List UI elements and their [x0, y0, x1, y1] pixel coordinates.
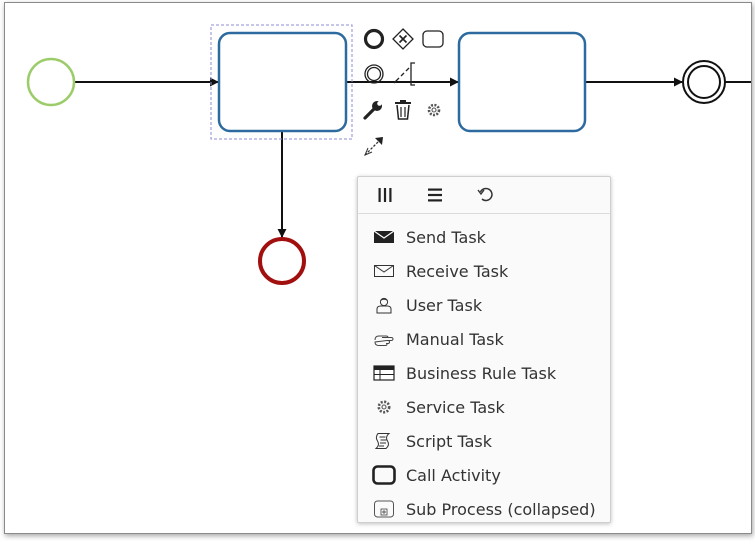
menu-entry-user-task[interactable]: User Task	[358, 288, 610, 322]
send-task-icon	[371, 229, 397, 245]
user-task-icon	[371, 296, 397, 314]
sequential-multi-instance-icon[interactable]	[422, 183, 448, 207]
menu-entry-label: User Task	[406, 295, 483, 315]
business-rule-task-icon	[371, 365, 397, 381]
end-event-error[interactable]	[258, 237, 306, 285]
color-gear-icon[interactable]	[422, 98, 446, 122]
menu-entry-label: Script Task	[406, 431, 493, 451]
delete-trash-icon[interactable]	[391, 98, 415, 122]
manual-task-icon	[371, 331, 397, 347]
menu-entry-send-task[interactable]: Send Task	[358, 220, 610, 254]
replace-menu-header	[358, 177, 610, 214]
append-gateway-icon[interactable]	[391, 27, 415, 51]
parallel-multi-instance-icon[interactable]	[372, 183, 398, 207]
menu-entry-script-task[interactable]: Script Task	[358, 424, 610, 458]
replace-menu: Send Task Receive Task User Task Manual …	[357, 176, 611, 523]
script-task-icon	[371, 432, 397, 450]
append-intermediate-event-icon[interactable]	[362, 62, 386, 86]
text-annotation-icon[interactable]	[391, 61, 417, 87]
menu-entry-label: Service Task	[406, 397, 505, 417]
append-end-event-icon[interactable]	[362, 27, 386, 51]
task-2[interactable]	[457, 31, 587, 133]
append-task-icon[interactable]	[421, 27, 445, 51]
menu-entry-call-activity[interactable]: Call Activity	[358, 458, 610, 492]
menu-entry-receive-task[interactable]: Receive Task	[358, 254, 610, 288]
menu-entry-label: Receive Task	[406, 261, 509, 281]
menu-entry-business-rule-task[interactable]: Business Rule Task	[358, 356, 610, 390]
change-type-wrench-icon[interactable]	[362, 98, 386, 122]
menu-entry-label: Call Activity	[406, 465, 501, 485]
task-1[interactable]	[217, 31, 348, 133]
loop-icon[interactable]	[472, 183, 498, 207]
menu-entry-label: Manual Task	[406, 329, 504, 349]
service-task-icon	[371, 398, 397, 416]
replace-menu-entries: Send Task Receive Task User Task Manual …	[358, 214, 610, 526]
end-event-main[interactable]	[682, 60, 726, 104]
connect-arrow-icon[interactable]	[362, 134, 388, 158]
menu-entry-manual-task[interactable]: Manual Task	[358, 322, 610, 356]
call-activity-icon	[371, 465, 397, 485]
menu-entry-sub-process-collapsed[interactable]: Sub Process (collapsed)	[358, 492, 610, 526]
sub-process-collapsed-icon	[371, 499, 397, 519]
menu-entry-label: Send Task	[406, 227, 486, 247]
menu-entry-service-task[interactable]: Service Task	[358, 390, 610, 424]
diagram-frame: Send Task Receive Task User Task Manual …	[4, 2, 752, 534]
menu-entry-label: Business Rule Task	[406, 363, 557, 383]
start-event[interactable]	[26, 57, 76, 107]
receive-task-icon	[371, 263, 397, 279]
menu-entry-label: Sub Process (collapsed)	[406, 499, 596, 519]
